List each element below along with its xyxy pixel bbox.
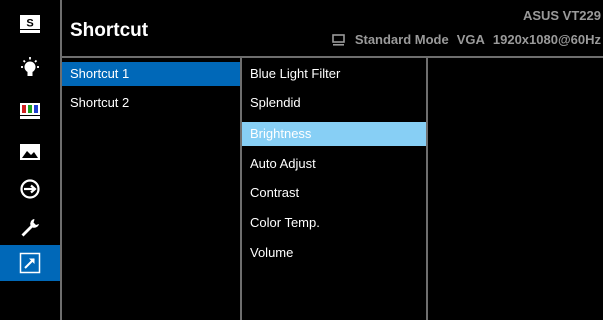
sidebar-item-system-setup[interactable] <box>0 210 60 246</box>
status-bar: Standard Mode VGA 1920x1080@60Hz <box>332 32 601 47</box>
sidebar-item-blue-light[interactable] <box>0 50 60 86</box>
option-color-temp[interactable]: Color Temp. <box>242 211 426 235</box>
page-title: Shortcut <box>70 20 149 41</box>
image-icon <box>20 144 40 160</box>
system-setup-wrench-icon <box>21 219 39 237</box>
osd-menu: S Shortcut ASUS VT229 Standard Mode VGA … <box>0 0 603 320</box>
sidebar-item-shortcut[interactable] <box>0 245 60 281</box>
option-contrast[interactable]: Contrast <box>242 181 426 205</box>
model-name: ASUS VT229 <box>522 8 601 23</box>
header: Shortcut ASUS VT229 Standard Mode VGA 19… <box>62 0 603 58</box>
monitor-icon <box>332 33 345 46</box>
shortcut-list: Shortcut 1 Shortcut 2 <box>62 58 242 320</box>
status-mode: Standard Mode <box>354 32 449 47</box>
sidebar: S <box>0 0 60 320</box>
option-list: Blue Light Filter Splendid Brightness Au… <box>242 58 428 320</box>
splendid-s-icon: S <box>20 15 40 33</box>
sidebar-item-input[interactable] <box>0 171 60 207</box>
sidebar-item-color[interactable] <box>0 93 60 129</box>
status-resolution: 1920x1080@60Hz <box>492 32 601 47</box>
color-icon <box>20 103 40 119</box>
sidebar-item-splendid[interactable]: S <box>0 6 60 42</box>
shortcut-item-1[interactable]: Shortcut 1 <box>62 62 240 86</box>
shortcut-item-2[interactable]: Shortcut 2 <box>62 91 240 115</box>
svg-text:S: S <box>26 18 33 30</box>
status-input: VGA <box>456 32 485 47</box>
option-brightness[interactable]: Brightness <box>242 122 426 146</box>
option-splendid[interactable]: Splendid <box>242 91 426 115</box>
option-auto-adjust[interactable]: Auto Adjust <box>242 152 426 176</box>
sidebar-item-image[interactable] <box>0 134 60 170</box>
blue-light-filter-icon <box>21 57 39 76</box>
option-blue-light-filter[interactable]: Blue Light Filter <box>242 62 426 86</box>
option-volume[interactable]: Volume <box>242 241 426 265</box>
input-select-icon <box>20 179 40 199</box>
shortcut-arrow-icon <box>19 252 41 274</box>
